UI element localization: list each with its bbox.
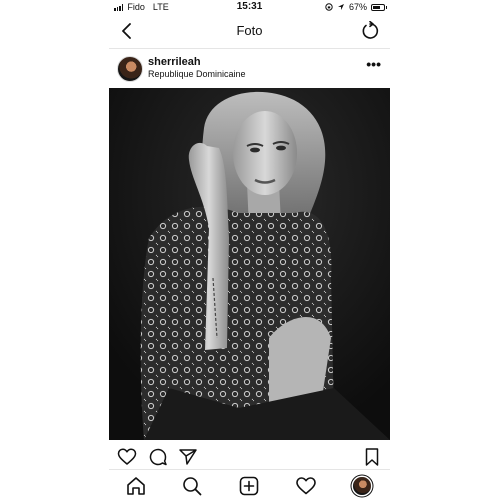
bookmark-icon[interactable] xyxy=(362,447,382,467)
tab-bar xyxy=(109,469,390,501)
nav-bar: Foto xyxy=(109,14,390,49)
post-photo[interactable] xyxy=(109,88,390,440)
profile-avatar[interactable] xyxy=(353,477,371,495)
status-right: 67% xyxy=(325,2,387,12)
post-location[interactable]: Republique Dominicaine xyxy=(148,69,246,79)
refresh-icon[interactable] xyxy=(360,21,380,41)
heart-icon[interactable] xyxy=(117,447,137,467)
battery-percent: 67% xyxy=(348,2,367,12)
battery-icon xyxy=(371,3,387,11)
page-title: Foto xyxy=(236,23,263,38)
home-icon[interactable] xyxy=(125,475,147,497)
orientation-lock-icon xyxy=(325,3,333,11)
phone-screen: Fido LTE 15:31 67% Foto sherrileah Repub… xyxy=(109,0,390,500)
add-post-icon[interactable] xyxy=(238,475,260,497)
post-header: sherrileah Republique Dominicaine ••• xyxy=(109,52,390,88)
portrait-image xyxy=(109,88,390,440)
send-icon[interactable] xyxy=(178,447,198,467)
status-bar: Fido LTE 15:31 67% xyxy=(109,0,390,14)
comment-icon[interactable] xyxy=(148,447,168,467)
post-username[interactable]: sherrileah xyxy=(148,56,201,68)
avatar[interactable] xyxy=(117,56,143,82)
post-actions xyxy=(109,447,390,467)
search-icon[interactable] xyxy=(181,475,203,497)
activity-heart-icon[interactable] xyxy=(295,475,317,497)
more-options-icon[interactable]: ••• xyxy=(366,57,381,71)
location-arrow-icon xyxy=(337,4,344,10)
